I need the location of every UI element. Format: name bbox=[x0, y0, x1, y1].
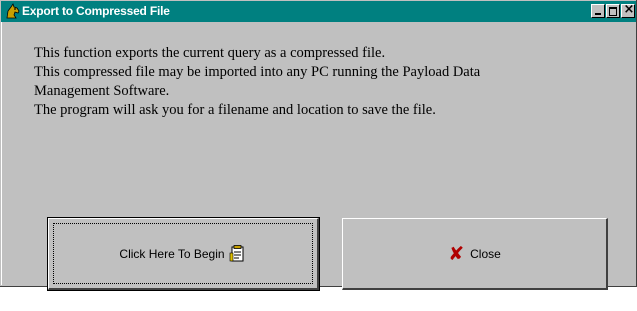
close-window-button[interactable]: × bbox=[621, 2, 635, 18]
minimize-button[interactable] bbox=[591, 4, 605, 18]
description-line: This compressed file may be imported int… bbox=[34, 64, 481, 80]
red-x-icon: ✘ bbox=[448, 242, 465, 265]
window-title: Export to Compressed File bbox=[22, 4, 170, 18]
begin-button[interactable]: Click Here To Begin bbox=[47, 217, 320, 291]
focus-rectangle bbox=[53, 223, 313, 284]
export-dialog: Export to Compressed File × This functio… bbox=[0, 0, 637, 291]
description-line: Management Software. bbox=[34, 83, 170, 99]
title-bar[interactable]: Export to Compressed File × bbox=[1, 1, 636, 22]
close-icon: × bbox=[623, 2, 635, 17]
description-text: This function exports the current query … bbox=[34, 44, 614, 120]
description-line: This function exports the current query … bbox=[34, 45, 386, 61]
maximize-button[interactable] bbox=[606, 4, 620, 18]
close-button[interactable]: ✘ Close bbox=[342, 218, 608, 290]
horse-head-icon bbox=[5, 3, 21, 19]
description-line: The program will ask you for a filename … bbox=[34, 102, 436, 118]
close-button-label: Close bbox=[470, 246, 501, 261]
